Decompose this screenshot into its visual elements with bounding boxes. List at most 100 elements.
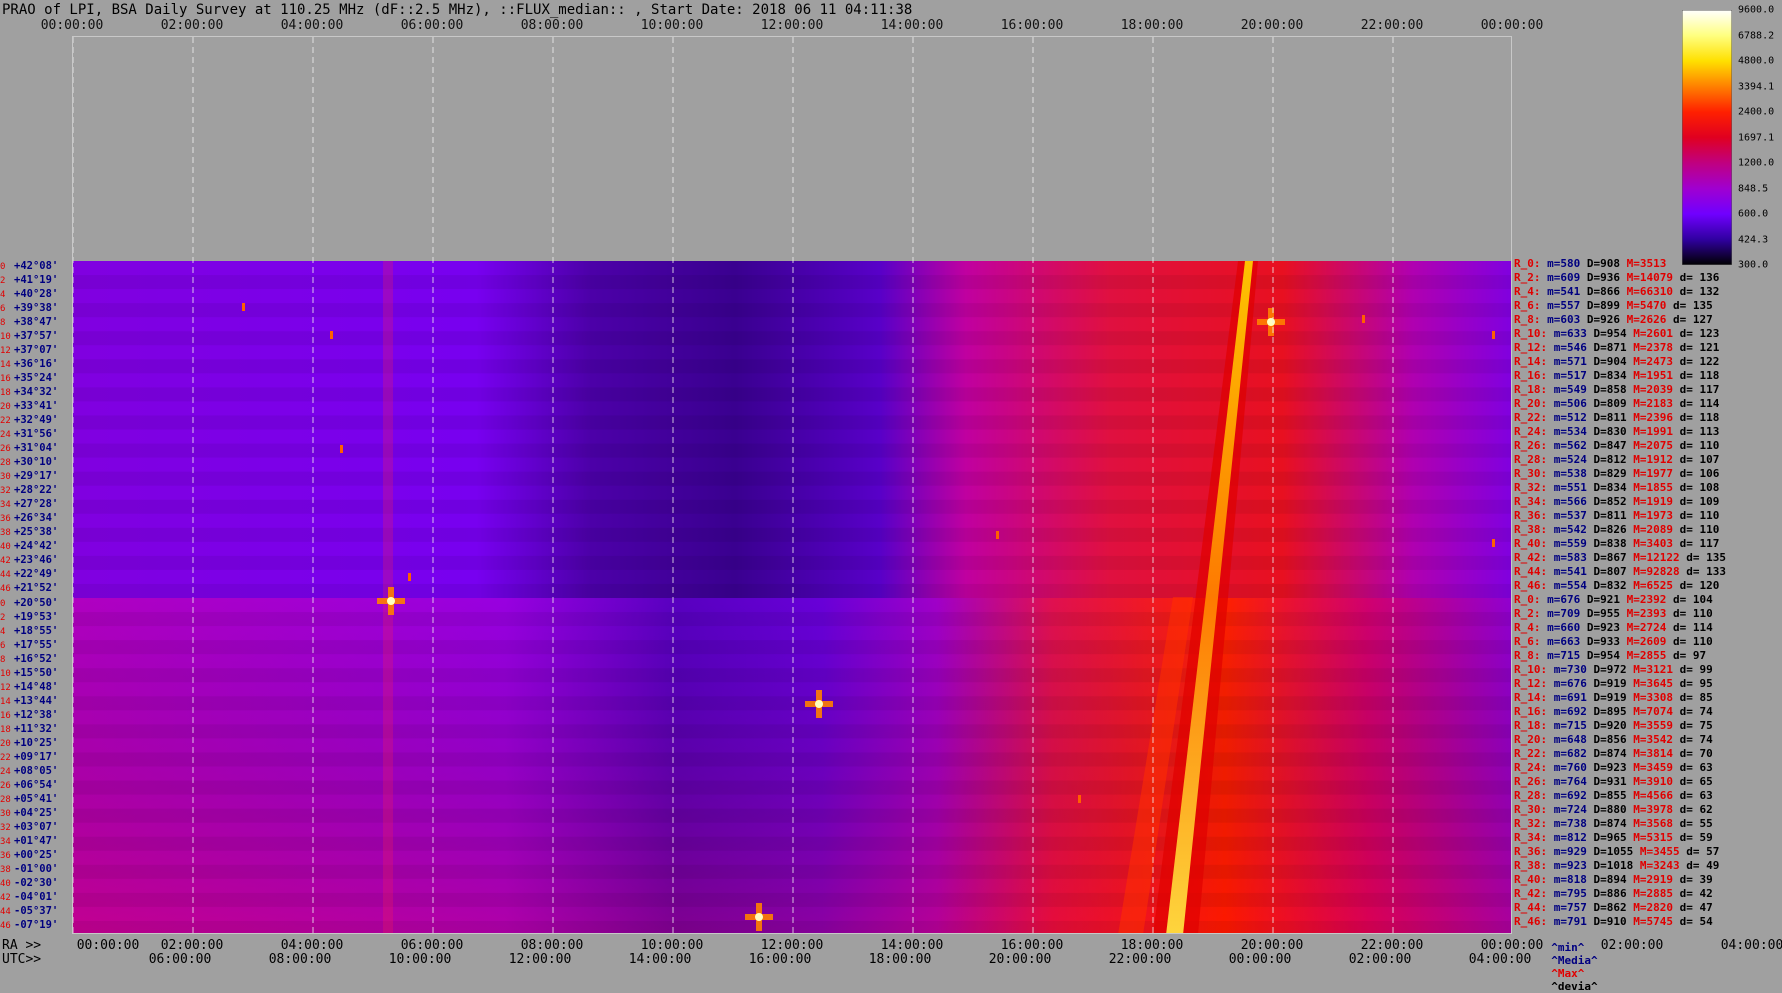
stat-d: d= 42	[1679, 887, 1720, 900]
stat-D: D=920	[1593, 719, 1634, 732]
row-stat: R_16: m=517 D=834 M=1951 d= 118	[1514, 369, 1782, 383]
stat-d: d= 118	[1679, 411, 1726, 424]
row-index: 0	[0, 262, 6, 272]
source-speck	[1362, 315, 1365, 323]
row-declination: -05°37'	[14, 904, 59, 917]
stat-d: d= 47	[1679, 901, 1720, 914]
stat-D: D=862	[1593, 901, 1634, 914]
declination-row-label: 34 +27°28'	[0, 498, 72, 511]
row-stat: R_2: m=709 D=955 M=2393 d= 110	[1514, 607, 1782, 621]
utc-top-tick: 06:00:00	[400, 18, 464, 33]
stat-r: R_46:	[1514, 915, 1554, 928]
ra-tick: 00:00:00	[1480, 938, 1544, 953]
row-index: 38	[0, 528, 11, 539]
declination-row-label: 12 +37°07'	[0, 344, 72, 357]
row-stat: R_32: m=551 D=834 M=1855 d= 108	[1514, 481, 1782, 495]
stat-r: R_32:	[1514, 481, 1554, 494]
stat-r: R_20:	[1514, 397, 1554, 410]
declination-row-label: 38 +25°38'	[0, 526, 72, 539]
colorbar-value: 1697.1	[1738, 132, 1775, 143]
row-stat: R_34: m=566 D=852 M=1919 d= 109	[1514, 495, 1782, 509]
declination-row-label: 30 +29°17'	[0, 470, 72, 483]
source-speck	[242, 303, 245, 311]
row-index: 20	[0, 402, 11, 413]
stat-m: m=549	[1553, 383, 1594, 396]
stat-m: m=818	[1553, 873, 1594, 886]
stat-D: D=954	[1593, 327, 1634, 340]
stat-D: D=955	[1586, 607, 1627, 620]
row-index: 24	[0, 766, 11, 777]
row-stat: R_26: m=764 D=931 M=3910 d= 65	[1514, 775, 1782, 789]
row-index: 26	[0, 780, 11, 791]
stat-m: m=660	[1547, 621, 1587, 634]
stat-r: R_34:	[1514, 831, 1554, 844]
source-speck	[330, 331, 333, 339]
stat-M: M=1951	[1633, 369, 1680, 382]
stat-m: m=812	[1553, 831, 1594, 844]
stat-d: d= 135	[1672, 299, 1720, 312]
stat-M: M=3455	[1639, 845, 1687, 858]
stat-r: R_32:	[1514, 817, 1554, 830]
utc-bottom-tick: 06:00:00	[148, 952, 212, 967]
stat-m: m=541	[1547, 285, 1587, 298]
stat-r: R_14:	[1514, 355, 1554, 368]
heatmap-plot[interactable]	[72, 36, 1512, 934]
row-index: 12	[0, 346, 11, 357]
stat-r: R_44:	[1514, 565, 1554, 578]
stat-M: M=3568	[1633, 817, 1680, 830]
stat-d	[1673, 257, 1680, 270]
stat-r: R_42:	[1514, 887, 1554, 900]
row-declination: +17°55'	[14, 638, 59, 651]
row-stat: R_24: m=534 D=830 M=1991 d= 113	[1514, 425, 1782, 439]
stat-r: R_28:	[1514, 789, 1554, 802]
bottom-axes: RA >> UTC>> 00:00:00 02:00:00 04:00:00 06:0…	[0, 936, 1782, 968]
row-declination: +40°28'	[14, 288, 59, 301]
row-declination: +35°24'	[14, 372, 59, 385]
ra-tick: 10:00:00	[640, 938, 704, 953]
stat-r: R_34:	[1514, 495, 1554, 508]
utc-top-tick: 04:00:00	[280, 18, 344, 33]
stat-d: d= 120	[1679, 579, 1726, 592]
stat-M: M=5470	[1626, 299, 1673, 312]
ra-tick: 02:00:00	[1600, 938, 1664, 953]
declination-row-label: 18 +11°32'	[0, 723, 72, 736]
stat-m: m=682	[1553, 747, 1594, 760]
declination-row-label: 20 +33°41'	[0, 400, 72, 413]
row-stat: R_40: m=559 D=838 M=3403 d= 117	[1514, 537, 1782, 551]
row-declination: +42°08'	[14, 260, 59, 272]
stat-M: M=92828	[1633, 565, 1687, 578]
row-stat: R_22: m=512 D=811 M=2396 d= 118	[1514, 411, 1782, 425]
stat-M: M=1973	[1633, 509, 1680, 522]
declination-row-label: 36 +00°25'	[0, 849, 72, 862]
declination-row-label: 36 +26°34'	[0, 512, 72, 525]
row-declination: +39°38'	[14, 302, 59, 315]
stat-d: d= 63	[1679, 789, 1720, 802]
row-index: 20	[0, 738, 11, 749]
colorbar-value: 300.0	[1738, 259, 1769, 271]
stat-M: M=2601	[1633, 327, 1680, 340]
row-statistics: R_0: m=580 D=908 M=3513 R_2: m=609 D=936…	[1514, 257, 1782, 937]
row-stat: R_18: m=715 D=920 M=3559 d= 75	[1514, 719, 1782, 733]
row-declination: +16°52'	[14, 652, 59, 665]
stat-d: d= 132	[1679, 285, 1726, 298]
colorbar: 9600.0 6788.2 4800.0 3394.1 2400.0 1697.1 1200…	[1681, 5, 1774, 271]
stat-r: R_40:	[1514, 537, 1554, 550]
ra-tick: 20:00:00	[1240, 938, 1304, 953]
row-declination: +20°50'	[14, 596, 59, 609]
stat-r: R_2:	[1514, 271, 1548, 284]
stat-d: d= 54	[1679, 915, 1720, 928]
source-bright-a-core	[387, 597, 395, 605]
stat-d: d= 123	[1679, 327, 1726, 340]
ra-tick: 16:00:00	[1000, 938, 1064, 953]
stat-d: d= 110	[1679, 509, 1726, 522]
utc-top-tick: 02:00:00	[160, 18, 224, 33]
row-index: 8	[0, 318, 6, 329]
row-index: 36	[0, 514, 11, 525]
stat-M: M=2609	[1626, 635, 1673, 648]
row-index: 6	[0, 304, 6, 315]
stat-D: D=921	[1586, 593, 1627, 606]
stat-M: M=2396	[1633, 411, 1680, 424]
utc-bottom-tick: 16:00:00	[748, 952, 812, 967]
row-declination: +32°49'	[14, 414, 59, 427]
stat-m: m=715	[1553, 719, 1594, 732]
